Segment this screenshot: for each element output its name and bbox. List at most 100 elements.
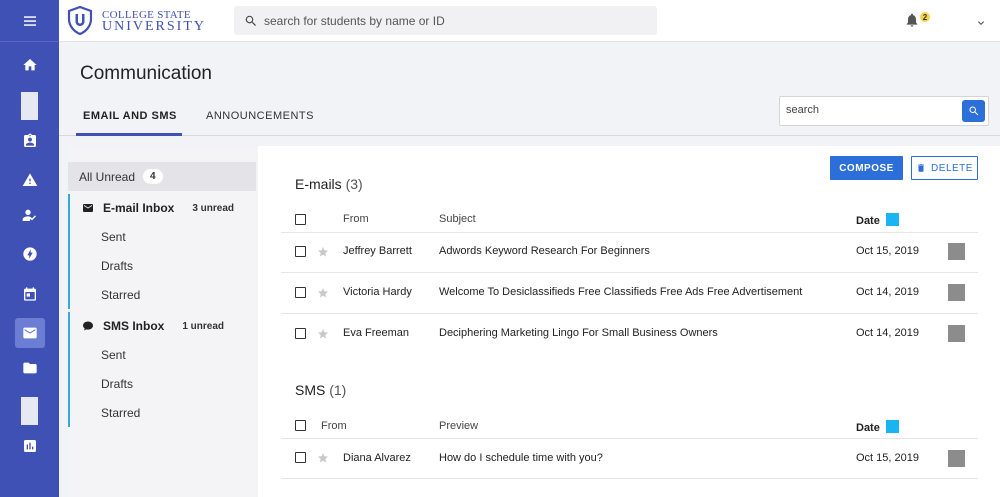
folder-sms-starred[interactable]: Starred — [70, 398, 258, 427]
section-count: (3) — [345, 176, 363, 192]
star-icon[interactable] — [317, 286, 329, 298]
nav-placeholder[interactable] — [21, 92, 38, 120]
home-icon[interactable] — [0, 50, 59, 80]
side-nav — [0, 0, 59, 497]
menu-icon[interactable] — [0, 6, 59, 36]
folder-email-starred[interactable]: Starred — [70, 280, 258, 309]
row-checkbox[interactable] — [295, 246, 306, 257]
star-icon[interactable] — [317, 245, 329, 257]
folder-email-sent[interactable]: Sent — [70, 222, 258, 251]
star-icon[interactable] — [317, 451, 329, 463]
message-list-panel: COMPOSE DELETE E-mails (3) From Subject … — [258, 146, 1000, 497]
sms-folder-group: SMS Inbox 1 unread Sent Drafts Starred — [68, 312, 258, 427]
column-header-date[interactable]: Date — [856, 422, 880, 434]
message-search[interactable] — [779, 96, 989, 126]
mail-icon[interactable] — [0, 318, 59, 348]
unread-count: 3 unread — [192, 202, 235, 214]
search-button[interactable] — [962, 100, 985, 122]
folder-sms-inbox[interactable]: SMS Inbox 1 unread — [70, 312, 258, 340]
email-from: Eva Freeman — [343, 327, 410, 339]
email-subject[interactable]: Welcome To Desiclassifieds Free Classifi… — [439, 286, 802, 298]
active-tab-indicator — [76, 133, 182, 136]
row-action-square[interactable] — [948, 284, 965, 301]
email-folder-group: E-mail Inbox 3 unread Sent Drafts Starre… — [68, 194, 258, 309]
chevron-down-icon[interactable] — [975, 16, 987, 28]
row-divider — [281, 272, 978, 273]
delete-label: DELETE — [931, 162, 973, 174]
top-bar: COLLEGE STATE UNIVERSITY 2 — [59, 0, 1000, 42]
shield-icon — [67, 6, 93, 35]
section-count: (1) — [329, 382, 347, 398]
bolt-icon[interactable] — [0, 239, 59, 269]
folder-email-inbox[interactable]: E-mail Inbox 3 unread — [70, 194, 258, 222]
delete-button[interactable]: DELETE — [911, 156, 978, 180]
email-from: Victoria Hardy — [343, 286, 412, 298]
header-divider — [281, 438, 978, 439]
page-title: Communication — [80, 63, 212, 84]
search-icon — [245, 15, 256, 26]
header-divider — [281, 232, 978, 233]
date-sort-marker[interactable] — [886, 420, 899, 433]
email-date: Oct 14, 2019 — [856, 286, 919, 298]
warning-icon[interactable] — [0, 165, 59, 195]
brand-line-2: UNIVERSITY — [102, 18, 206, 34]
emails-section-title: E-mails (3) — [295, 176, 363, 192]
column-header-from[interactable]: From — [343, 213, 369, 225]
column-header-subject[interactable]: Subject — [439, 213, 476, 225]
row-checkbox[interactable] — [295, 452, 306, 463]
email-date: Oct 15, 2019 — [856, 245, 919, 257]
folder-panel: All Unread 4 E-mail Inbox 3 unread Sent … — [68, 146, 258, 497]
column-header-from[interactable]: From — [321, 420, 347, 432]
folder-label: All Unread — [79, 169, 136, 184]
folder-sms-sent[interactable]: Sent — [70, 340, 258, 369]
star-icon[interactable] — [317, 327, 329, 339]
row-action-square[interactable] — [948, 325, 965, 342]
rail-divider — [0, 41, 59, 42]
row-divider — [281, 478, 978, 479]
chat-bubble-icon — [83, 321, 93, 331]
sms-preview[interactable]: How do I schedule time with you? — [439, 452, 603, 464]
select-all-sms-checkbox[interactable] — [295, 420, 306, 431]
row-divider — [281, 313, 978, 314]
trash-icon — [918, 164, 924, 172]
compose-button[interactable]: COMPOSE — [830, 156, 903, 180]
message-search-input[interactable] — [786, 104, 946, 116]
email-date: Oct 14, 2019 — [856, 327, 919, 339]
student-search-input[interactable] — [264, 13, 644, 28]
column-header-preview[interactable]: Preview — [439, 420, 478, 432]
column-header-date[interactable]: Date — [856, 215, 880, 227]
chart-icon[interactable] — [0, 431, 59, 461]
user-check-icon[interactable] — [0, 200, 59, 230]
section-title: E-mails — [295, 176, 342, 192]
sms-from: Diana Alvarez — [343, 452, 411, 464]
sms-date: Oct 15, 2019 — [856, 452, 919, 464]
unread-count-badge: 4 — [143, 169, 163, 184]
email-subject[interactable]: Adwords Keyword Research For Beginners — [439, 245, 650, 257]
sms-section-title: SMS (1) — [295, 382, 346, 398]
email-subject[interactable]: Deciphering Marketing Lingo For Small Bu… — [439, 327, 718, 339]
student-search[interactable] — [234, 6, 657, 35]
date-sort-marker[interactable] — [886, 213, 899, 226]
row-action-square[interactable] — [948, 450, 965, 467]
folder-label: SMS Inbox — [103, 319, 165, 333]
folder-label: E-mail Inbox — [103, 201, 175, 215]
tab-email-and-sms[interactable]: EMAIL AND SMS — [83, 110, 177, 122]
folder-all-unread[interactable]: All Unread 4 — [68, 162, 256, 191]
folder-icon[interactable] — [0, 353, 59, 383]
folder-email-drafts[interactable]: Drafts — [70, 251, 258, 280]
email-from: Jeffrey Barrett — [343, 245, 412, 257]
clipboard-icon[interactable] — [0, 126, 59, 156]
folder-sms-drafts[interactable]: Drafts — [70, 369, 258, 398]
select-all-emails-checkbox[interactable] — [295, 214, 306, 225]
university-logo[interactable]: COLLEGE STATE UNIVERSITY — [67, 6, 206, 35]
unread-count: 1 unread — [182, 320, 225, 332]
envelope-icon — [83, 204, 93, 212]
row-checkbox[interactable] — [295, 287, 306, 298]
tab-announcements[interactable]: ANNOUNCEMENTS — [206, 110, 314, 122]
row-action-square[interactable] — [948, 243, 965, 260]
calendar-icon[interactable] — [0, 279, 59, 309]
section-title: SMS — [295, 382, 326, 398]
nav-placeholder[interactable] — [21, 397, 38, 425]
row-checkbox[interactable] — [295, 328, 306, 339]
notification-badge: 2 — [920, 12, 930, 22]
